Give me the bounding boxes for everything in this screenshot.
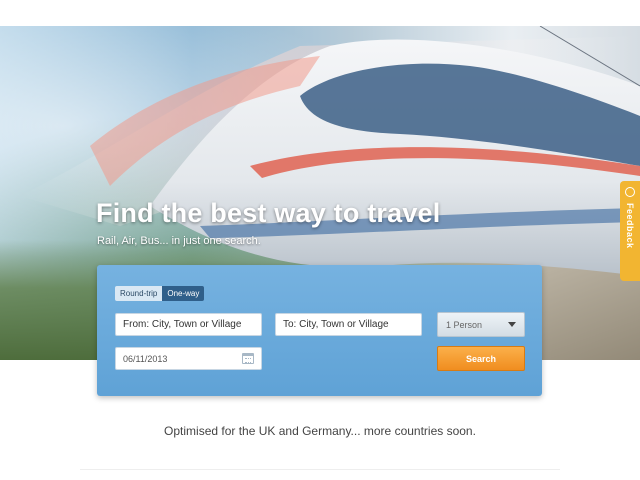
from-field[interactable]: From: City, Town or Village — [115, 313, 262, 336]
hero-title: Find the best way to travel — [96, 198, 441, 228]
persons-select[interactable]: 1 Person — [437, 312, 525, 337]
feedback-tab[interactable]: Feedback — [620, 181, 640, 281]
hero-subtitle: Rail, Air, Bus... in just one search. — [97, 235, 261, 247]
speech-bubble-icon — [625, 187, 635, 197]
round-trip-tab[interactable]: Round-trip — [115, 286, 163, 301]
divider — [80, 469, 560, 470]
date-value: 06/11/2013 — [123, 353, 168, 364]
date-field[interactable]: 06/11/2013 — [115, 347, 262, 370]
calendar-icon[interactable] — [242, 353, 254, 364]
to-placeholder: To: City, Town or Village — [283, 319, 389, 330]
search-panel: Round-trip One-way From: City, Town or V… — [97, 265, 542, 396]
to-field[interactable]: To: City, Town or Village — [275, 313, 422, 336]
from-placeholder: From: City, Town or Village — [123, 319, 242, 330]
chevron-down-icon — [508, 322, 516, 327]
trip-type-toggle: Round-trip One-way — [115, 286, 205, 301]
persons-value: 1 Person — [446, 319, 483, 330]
one-way-tab[interactable]: One-way — [162, 286, 205, 301]
tagline: Optimised for the UK and Germany... more… — [164, 424, 476, 438]
page: Find the best way to travel Rail, Air, B… — [0, 0, 640, 480]
search-button[interactable]: Search — [437, 346, 525, 371]
feedback-label: Feedback — [625, 203, 635, 249]
